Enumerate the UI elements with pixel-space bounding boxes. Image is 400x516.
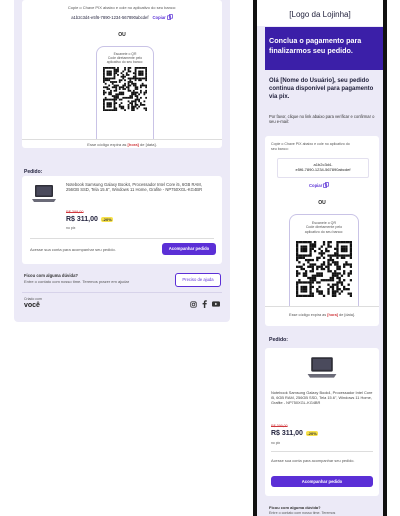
- phone-text-3: aplicativo do seu banco:: [106, 60, 144, 64]
- help-title: Ficou com alguma dúvida?: [24, 273, 78, 278]
- hero-banner: Conclua o pagamento para finalizarmos se…: [265, 27, 383, 70]
- copy-label-mobile: Copiar: [309, 182, 323, 188]
- help-title-mobile: Ficou com alguma dúvida?: [269, 505, 321, 510]
- greeting: Olá [Nome do Usuário], seu pedido contin…: [269, 78, 374, 100]
- old-price: R$ 399,00: [66, 210, 84, 214]
- pix-instruction: Copie o Chave PIX abaixo e cole no aplic…: [67, 5, 177, 10]
- or-divider: OU: [118, 32, 126, 38]
- pix-code: a1b2c3d4-e5f6-7890-1234-567890abcdef: [71, 14, 149, 20]
- pix-code-mobile: a1b2c3d4- e5f6-7890-1234-567890abcdef: [295, 162, 351, 172]
- instruction: Por favor, clique no link abaixo para ve…: [269, 114, 375, 125]
- pix-card: Copie o Chave PIX abaixo e cole no aplic…: [22, 0, 222, 148]
- facebook-icon[interactable]: [202, 300, 207, 308]
- hero-title: Conclua o pagamento para finalizarmos se…: [269, 36, 362, 55]
- laptop-image-mobile: [307, 357, 337, 378]
- copy-label: Copiar: [152, 14, 166, 20]
- store-logo: [Logo da Lojinha]: [289, 10, 351, 19]
- old-price-mobile: R$ 399,00: [271, 424, 288, 428]
- help-text-mobile: Entre o contato com nosso time. Teremos: [269, 511, 336, 515]
- copy-button-mobile[interactable]: Copiar: [309, 182, 330, 188]
- help-text: Entre o contato com nosso time. Teremos …: [24, 279, 130, 284]
- phone-illustration: Escaneie o QR Code diretamente pelo apli…: [96, 46, 154, 139]
- copy-button[interactable]: Copiar: [153, 14, 173, 20]
- social-links: [190, 300, 220, 308]
- order-card: Notebook Samsung Galaxy Book4, Processad…: [22, 176, 222, 264]
- price-mobile: R$ 311,00: [271, 430, 303, 437]
- instagram-icon[interactable]: [190, 300, 197, 308]
- product-name: Notebook Samsung Galaxy Book4, Processad…: [66, 182, 203, 193]
- track-order-button[interactable]: Acompanhar pedido: [162, 243, 216, 255]
- email-preview-desktop: Copie o Chave PIX abaixo e cole no aplic…: [14, 0, 230, 322]
- pix-instruction-mobile: Copie o Chave PIX abaixo e cole no aplic…: [271, 142, 350, 151]
- expiration-text-mobile: Esse código expira as [hora] de [data].: [289, 313, 355, 317]
- order-heading: Pedido:: [24, 169, 43, 175]
- expiration-text: Esse código expira as [hora] de [data].: [87, 142, 157, 147]
- product-name-mobile: Notebook Samsung Galaxy Book4, Processad…: [271, 390, 373, 405]
- qr-code-mobile: [296, 241, 352, 297]
- discount-badge: -20%: [100, 217, 114, 222]
- account-text-mobile: Acesse sua conta para acompanhar seu ped…: [271, 458, 355, 463]
- qr-code: [103, 67, 147, 111]
- laptop-image: [32, 185, 56, 202]
- payment-method: no pix: [66, 226, 76, 230]
- pix-code-row: a1b2c3d4-e5f6-7890-1234-567890abcdef Cop…: [22, 14, 222, 20]
- phone-text-3-mobile: aplicativo do seu banco:: [304, 229, 344, 234]
- track-order-button-mobile[interactable]: Acompanhar pedido: [271, 476, 373, 487]
- discount-badge-mobile: -20%: [305, 431, 319, 436]
- or-divider-mobile: OU: [318, 200, 326, 206]
- copy-icon: [167, 14, 173, 20]
- payment-method-mobile: no pix: [271, 441, 281, 445]
- price: R$ 311,00: [66, 216, 98, 223]
- account-text: Acesse sua conta para acompanhar seu ped…: [30, 247, 116, 252]
- copy-icon: [323, 182, 330, 188]
- expiration-time: [hora]: [127, 142, 139, 147]
- order-heading-mobile: Pedido:: [269, 337, 289, 343]
- order-card-mobile: Notebook Samsung Galaxy Book4, Processad…: [265, 348, 379, 496]
- phone-illustration-mobile: Escaneie o QR Code diretamente pelo apli…: [289, 214, 359, 307]
- help-button[interactable]: Preciso de ajuda: [175, 273, 221, 287]
- youtube-icon[interactable]: [212, 301, 220, 307]
- email-preview-mobile: [Logo da Lojinha] Conclua o pagamento pa…: [253, 0, 387, 516]
- pix-card-mobile: Copie o Chave PIX abaixo e cole no aplic…: [265, 136, 379, 326]
- footer-brand: você: [24, 302, 40, 309]
